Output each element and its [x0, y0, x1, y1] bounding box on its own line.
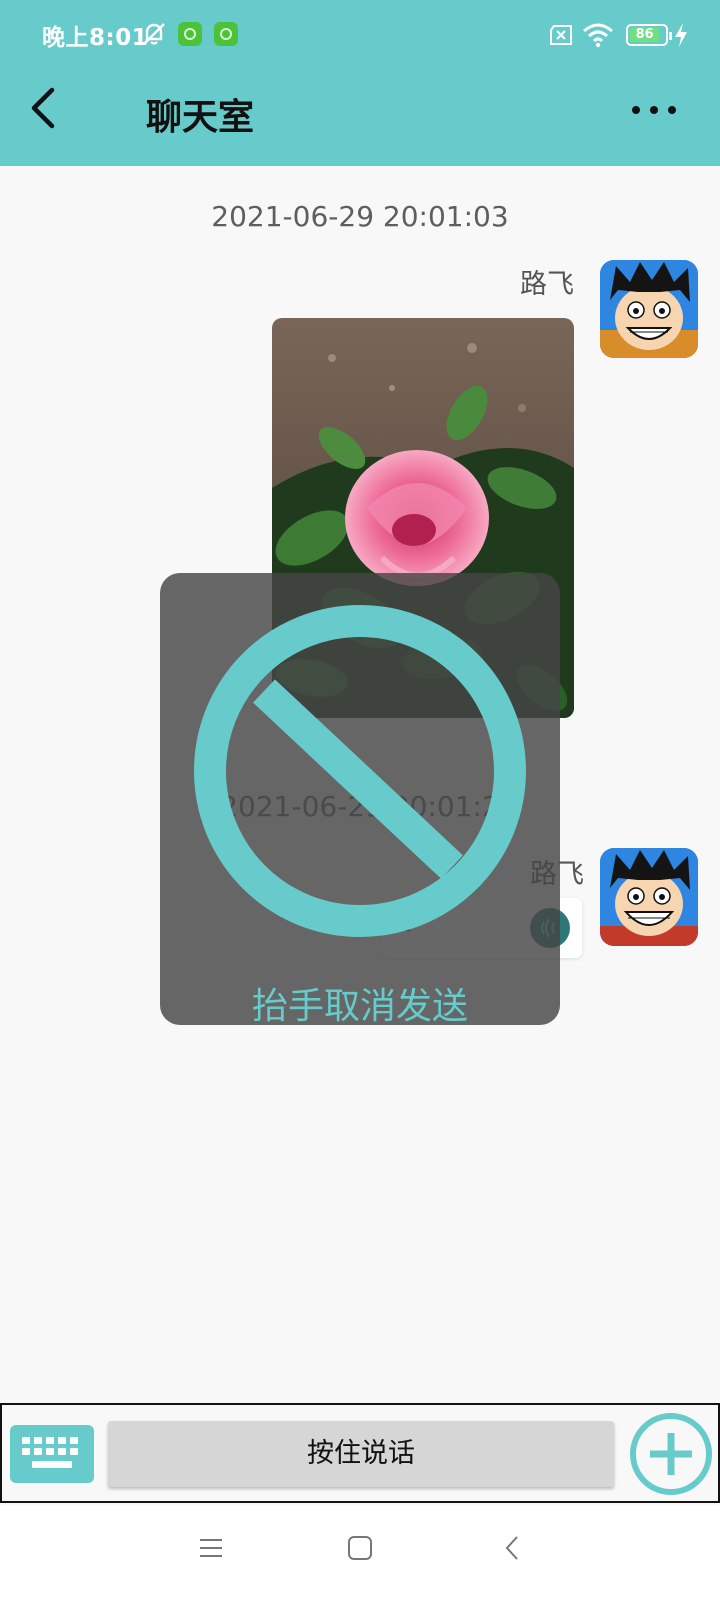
- chevron-left-icon: [31, 87, 55, 129]
- keyboard-icon: [22, 1437, 78, 1468]
- wifi-icon: [583, 23, 613, 48]
- back-button[interactable]: [22, 86, 66, 130]
- menu-icon[interactable]: [198, 1535, 224, 1561]
- plus-circle-icon: [630, 1413, 712, 1495]
- charging-icon: [675, 23, 687, 47]
- sender-name: 路飞: [520, 269, 574, 300]
- more-options-button[interactable]: [628, 96, 680, 124]
- mute-bell-icon: [143, 23, 165, 45]
- chat-input-bar: 按住说话: [0, 1403, 720, 1503]
- page-title: 聊天室: [146, 97, 255, 138]
- battery-level: 86: [630, 28, 660, 42]
- cancel-send-label: 抬手取消发送: [251, 986, 468, 1027]
- no-sim-icon: [550, 25, 572, 45]
- luffy-avatar-image: [600, 848, 698, 946]
- app-badge-icon: [214, 22, 238, 46]
- avatar[interactable]: [600, 260, 698, 358]
- battery-icon: 86: [626, 24, 672, 46]
- luffy-avatar-image: [600, 260, 698, 358]
- recording-cancel-overlay: 抬手取消发送: [160, 573, 560, 1027]
- more-dots-icon: [632, 106, 676, 114]
- app-header: 晚上8:01 86 聊天室: [0, 0, 720, 166]
- keyboard-toggle-button[interactable]: [10, 1425, 94, 1483]
- message-timestamp: 2021-06-29 20:01:03: [211, 200, 509, 233]
- status-time: 晚上8:01: [42, 25, 149, 51]
- hold-to-talk-button[interactable]: 按住说话: [108, 1421, 614, 1487]
- prohibited-icon: [194, 605, 526, 937]
- avatar[interactable]: [600, 848, 698, 946]
- more-actions-button[interactable]: [628, 1411, 714, 1497]
- home-square-icon[interactable]: [347, 1535, 373, 1561]
- system-nav-bar: [0, 1505, 720, 1600]
- back-chevron-icon[interactable]: [500, 1535, 526, 1561]
- app-badge-icon: [178, 22, 202, 46]
